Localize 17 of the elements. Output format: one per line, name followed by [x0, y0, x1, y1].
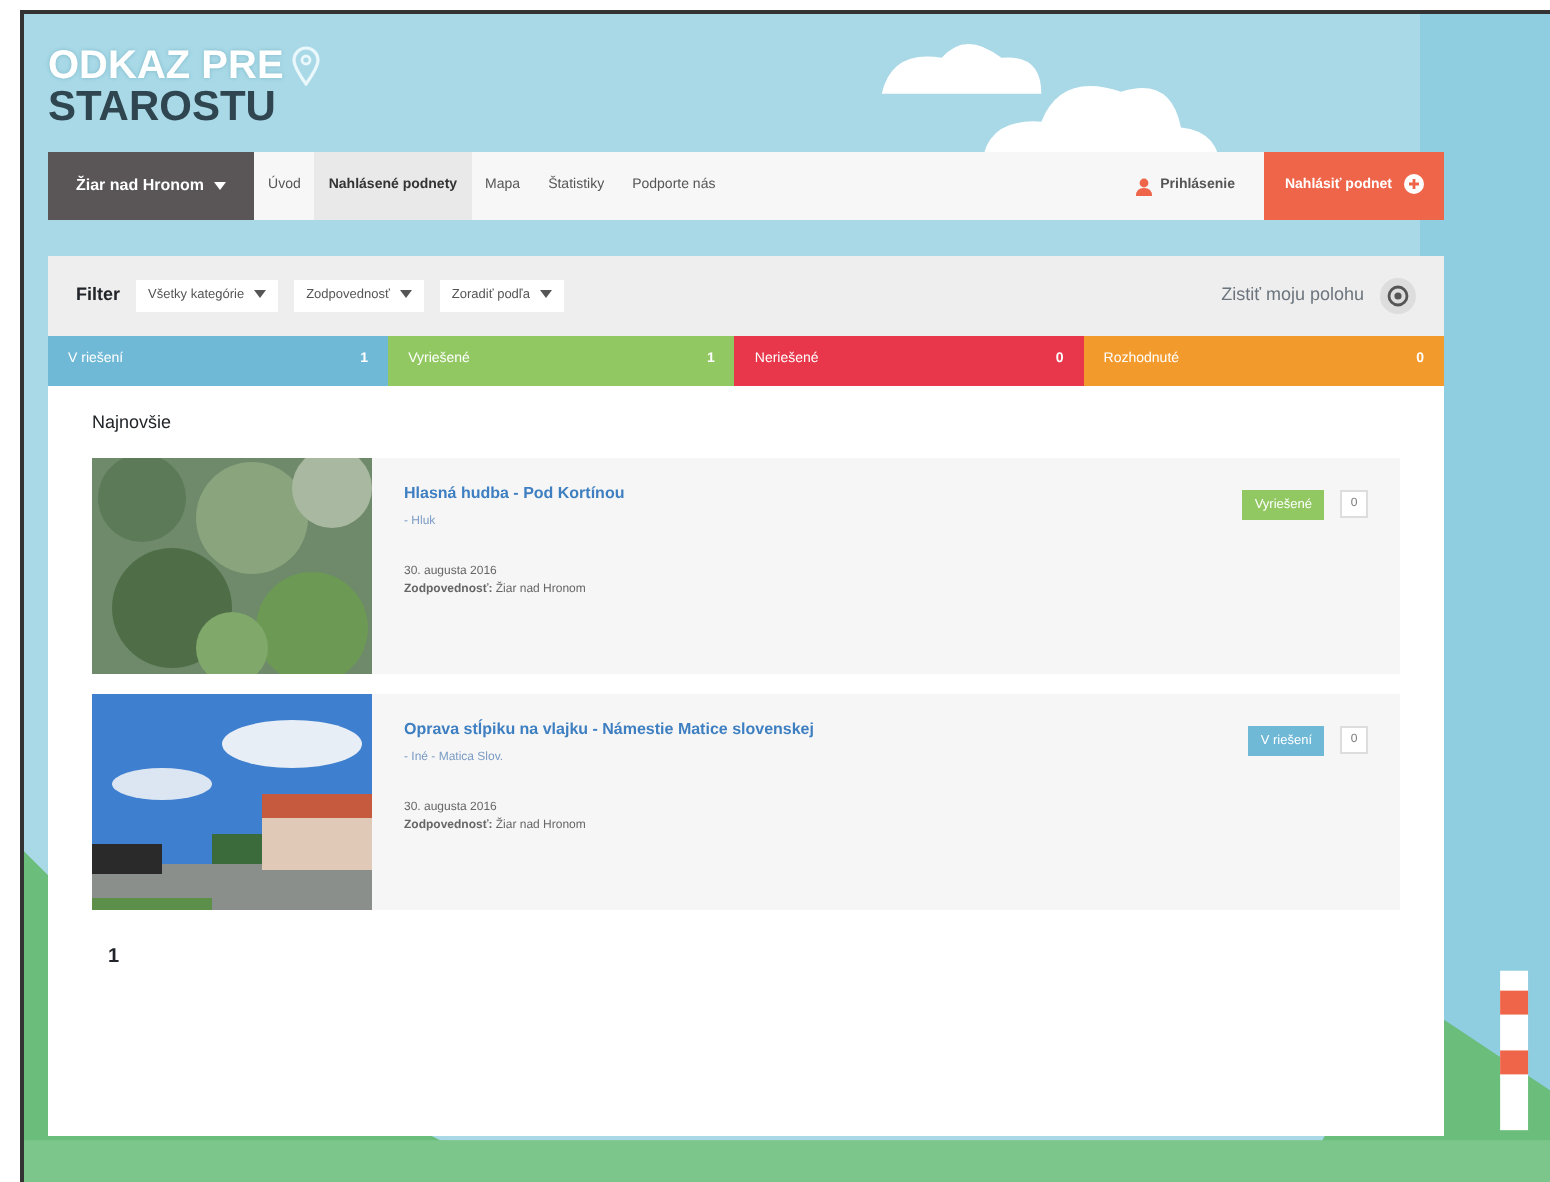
item-title-link[interactable]: Oprava stĺpiku na vlajku - Námestie Matice slovenskej: [404, 717, 864, 741]
logo-text: STAROSTU: [48, 86, 278, 128]
user-icon: [1136, 177, 1153, 195]
caret-icon: [254, 290, 267, 299]
section-title: Najnovšie: [92, 410, 174, 436]
caret-icon: [399, 290, 412, 299]
location-label: Zistiť moju polohu: [1221, 282, 1364, 309]
plus-icon: [1404, 174, 1424, 195]
item-title-link[interactable]: Hlasná hudba - Pod Kortínou: [404, 481, 864, 505]
location-target-icon[interactable]: [1380, 278, 1416, 314]
city-dropdown[interactable]: Žiar nad Hronom: [48, 152, 255, 220]
filter-label: Filter: [76, 282, 121, 309]
caret-icon: [214, 181, 227, 190]
page-link[interactable]: 1: [108, 941, 120, 971]
caret-icon: [539, 290, 552, 299]
logo-text: ODKAZ PRE: [48, 46, 284, 86]
map-pin-icon: [291, 46, 320, 86]
